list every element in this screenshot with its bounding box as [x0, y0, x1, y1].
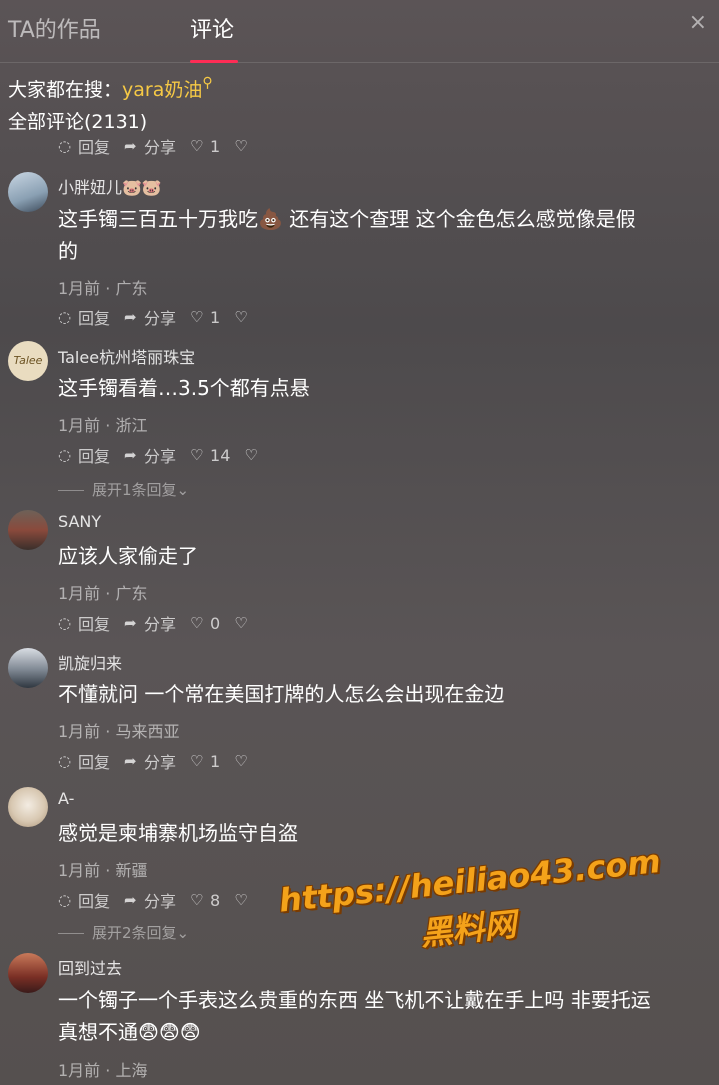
comment-username[interactable]: 回到过去: [58, 955, 122, 979]
comment-username[interactable]: A-: [58, 789, 74, 808]
comment-actions: ◌ 回复 ➦ 分享 ♡ 14 ♡: [58, 443, 278, 467]
comment-text-continued: 的: [58, 239, 78, 263]
reply-icon: ◌: [58, 308, 72, 326]
avatar[interactable]: [8, 510, 48, 550]
comment-text: 应该人家偷走了: [58, 544, 198, 568]
broken-heart-icon: ♡: [234, 752, 248, 770]
comment-actions: ◌ 回复 ➦ 分享 ♡ 1 ♡: [58, 305, 268, 329]
share-button[interactable]: ➦ 分享: [124, 888, 176, 912]
search-prefix: 大家都在搜：: [8, 79, 123, 101]
chevron-down-icon: ⌄: [176, 481, 190, 499]
reply-button[interactable]: ◌ 回复: [58, 888, 110, 912]
comment-meta: 1月前 · 浙江: [58, 416, 148, 435]
reply-button[interactable]: ◌ 回复: [58, 611, 110, 635]
search-icon: ⚲: [202, 75, 213, 91]
share-icon: ➦: [124, 752, 137, 770]
share-button[interactable]: ➦ 分享: [124, 443, 176, 467]
heart-icon: ♡: [190, 891, 204, 909]
comment-text: 不懂就问 一个常在美国打牌的人怎么会出现在金边: [58, 682, 505, 706]
close-icon[interactable]: ×: [689, 12, 707, 34]
search-keyword[interactable]: yara奶油: [122, 79, 202, 101]
watermark: https://heiliao43.com 黑料网: [277, 842, 662, 953]
reply-icon: ◌: [58, 891, 72, 909]
comment-meta: 1月前 · 马来西亚: [58, 722, 180, 741]
reply-icon: ◌: [58, 614, 72, 632]
comment-text: 这手镯三百五十万我吃💩 还有这个查理 这个金色怎么感觉像是假: [58, 207, 636, 231]
comment-meta: 1月前 · 广东: [58, 279, 148, 298]
heart-icon: ♡: [190, 446, 204, 464]
share-button[interactable]: ➦ 分享: [124, 749, 176, 773]
comment-meta: 1月前 · 新疆: [58, 861, 148, 880]
tab-active-indicator: [190, 60, 238, 63]
reply-icon: ◌: [58, 137, 72, 155]
share-icon: ➦: [124, 308, 137, 326]
dislike-button[interactable]: ♡: [234, 752, 254, 770]
avatar[interactable]: [8, 953, 48, 993]
chevron-down-icon: ⌄: [176, 924, 190, 942]
tab-bar: TA的作品 评论 ×: [0, 0, 719, 63]
broken-heart-icon: ♡: [244, 446, 258, 464]
heart-icon: ♡: [190, 308, 204, 326]
share-icon: ➦: [124, 446, 137, 464]
tab-comments[interactable]: 评论: [190, 12, 234, 44]
comment-text: 这手镯看着…3.5个都有点悬: [58, 376, 310, 400]
reply-icon: ◌: [58, 446, 72, 464]
comment-username[interactable]: 凯旋归来: [58, 650, 122, 674]
dislike-button[interactable]: ♡: [244, 446, 264, 464]
expand-replies-button[interactable]: 展开1条回复⌄: [58, 479, 189, 500]
dislike-button[interactable]: ♡: [234, 614, 254, 632]
comment-text: 感觉是柬埔寨机场监守自盗: [58, 821, 298, 845]
comment-count: 全部评论(2131): [8, 111, 148, 133]
reply-icon: ◌: [58, 752, 72, 770]
search-suggestion[interactable]: 大家都在搜：yara奶油⚲: [8, 75, 213, 102]
like-button[interactable]: ♡ 1: [190, 752, 220, 771]
comment-actions: ◌ 回复 ➦ 分享 ♡ 0 ♡: [58, 611, 268, 635]
reply-button[interactable]: ◌ 回复: [58, 749, 110, 773]
dislike-button[interactable]: ♡: [234, 308, 254, 326]
share-icon: ➦: [124, 891, 137, 909]
comment-actions: ◌ 回复 ➦ 分享 ♡ 8 ♡: [58, 888, 268, 912]
heart-icon: ♡: [190, 137, 204, 155]
dislike-button[interactable]: ♡: [234, 137, 254, 155]
avatar[interactable]: [8, 648, 48, 688]
reply-button[interactable]: ◌ 回复: [58, 134, 110, 158]
share-icon: ➦: [124, 614, 137, 632]
comment-username[interactable]: Talee杭州塔丽珠宝: [58, 344, 195, 368]
comment-actions: ◌ 回复 ➦ 分享 ♡ 1 ♡: [58, 134, 268, 158]
avatar[interactable]: [8, 172, 48, 212]
share-button[interactable]: ➦ 分享: [124, 305, 176, 329]
avatar-talee-logo[interactable]: Talee: [8, 341, 48, 381]
like-button[interactable]: ♡ 1: [190, 137, 220, 156]
comment-meta: 1月前 · 广东: [58, 584, 148, 603]
broken-heart-icon: ♡: [234, 891, 248, 909]
comment-text: 一个镯子一个手表这么贵重的东西 坐飞机不让戴在手上吗 非要托运: [58, 988, 651, 1012]
comment-meta: 1月前 · 上海: [58, 1061, 148, 1080]
comment-text-continued: 真想不通😨😨😨: [58, 1020, 201, 1044]
comment-actions: ◌ 回复 ➦ 分享 ♡ 1 ♡: [58, 749, 268, 773]
broken-heart-icon: ♡: [234, 308, 248, 326]
expand-replies-button[interactable]: 展开2条回复⌄: [58, 922, 189, 943]
heart-icon: ♡: [190, 752, 204, 770]
broken-heart-icon: ♡: [234, 614, 248, 632]
like-button[interactable]: ♡ 1: [190, 308, 220, 327]
comment-username[interactable]: SANY: [58, 512, 101, 531]
share-button[interactable]: ➦ 分享: [124, 611, 176, 635]
divider: [58, 490, 84, 491]
broken-heart-icon: ♡: [234, 137, 248, 155]
like-button[interactable]: ♡ 8: [190, 891, 220, 910]
reply-button[interactable]: ◌ 回复: [58, 305, 110, 329]
avatar[interactable]: [8, 787, 48, 827]
like-button[interactable]: ♡ 14: [190, 446, 230, 465]
dislike-button[interactable]: ♡: [234, 891, 254, 909]
share-button[interactable]: ➦ 分享: [124, 134, 176, 158]
divider: [58, 933, 84, 934]
comment-username[interactable]: 小胖妞儿🐷🐷: [58, 174, 162, 198]
tab-works[interactable]: TA的作品: [8, 12, 101, 44]
like-button[interactable]: ♡ 0: [190, 614, 220, 633]
share-icon: ➦: [124, 137, 137, 155]
heart-icon: ♡: [190, 614, 204, 632]
reply-button[interactable]: ◌ 回复: [58, 443, 110, 467]
